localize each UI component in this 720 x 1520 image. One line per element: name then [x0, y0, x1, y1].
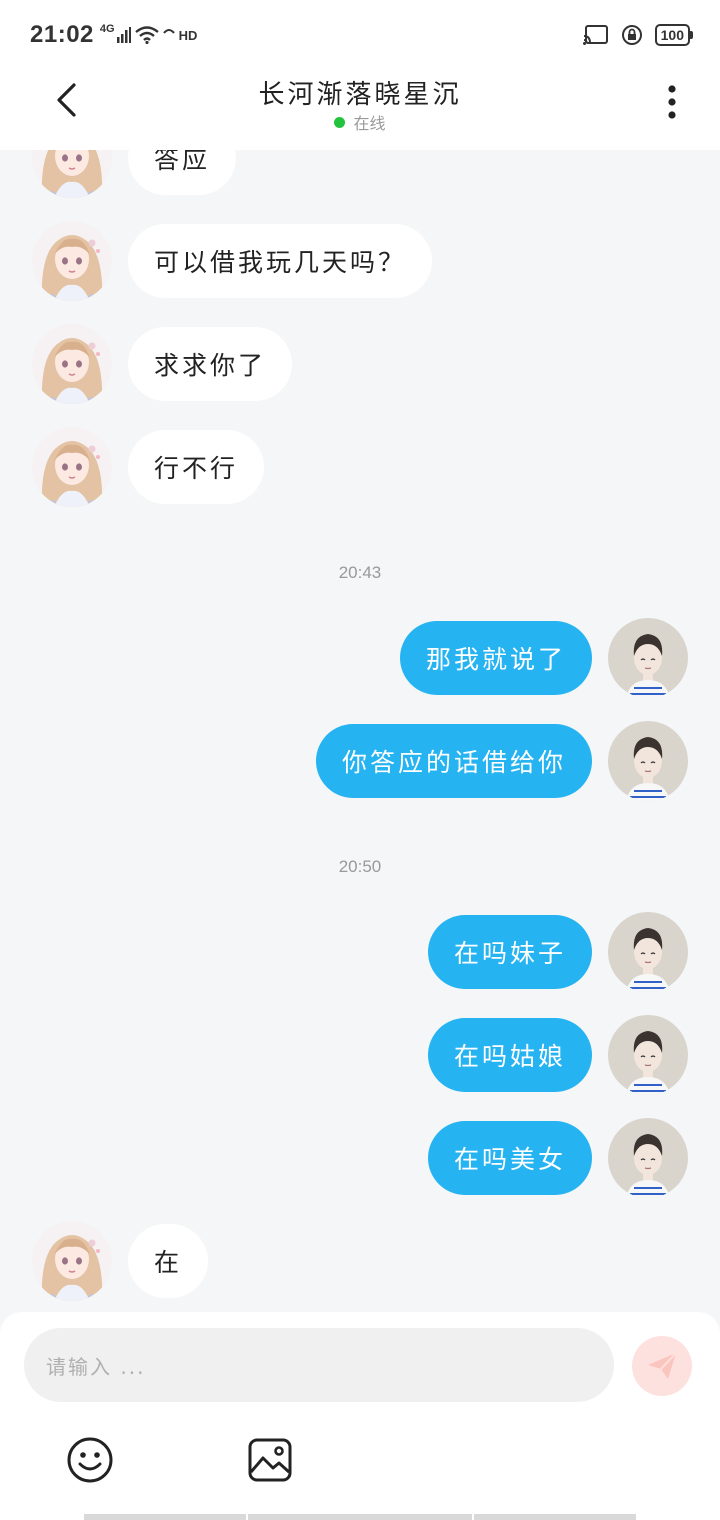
message-bubble-incoming[interactable]: 可以借我玩几天吗？: [128, 224, 433, 298]
home-indicator-segment: [474, 1514, 636, 1520]
contact-avatar[interactable]: [32, 221, 112, 301]
user-avatar[interactable]: [608, 1015, 688, 1095]
user-avatar[interactable]: [608, 721, 688, 801]
status-bar: 21:02 4G HD 100: [0, 0, 720, 70]
message-bubble-incoming[interactable]: 求求你了: [128, 327, 293, 401]
message-row: 求求你了: [0, 324, 720, 404]
message-input[interactable]: 请输入 ...: [24, 1328, 614, 1402]
message-row: 可以借我玩几天吗？: [0, 221, 720, 301]
emoji-button[interactable]: [66, 1436, 114, 1484]
message-row: 在吗姑娘: [0, 1015, 720, 1095]
message-bubble-incoming[interactable]: 答应: [128, 150, 237, 195]
contact-avatar[interactable]: [32, 427, 112, 507]
more-options-button[interactable]: [652, 80, 692, 124]
signal-icon: [116, 27, 131, 43]
status-left-icons: 4G HD: [99, 23, 198, 44]
message-row: 在: [0, 1221, 720, 1301]
input-panel: 请输入 ...: [0, 1312, 720, 1520]
message-row: 你答应的话借给你: [0, 721, 720, 801]
online-dot: [334, 116, 346, 128]
online-status: 在线: [0, 110, 720, 134]
message-timestamp: 20:50: [338, 857, 382, 876]
status-time: 21:02: [30, 21, 94, 48]
more-vertical-icon: [668, 85, 676, 119]
wifi-hd-signal-icon: [162, 29, 175, 34]
battery-indicator: 100: [654, 24, 694, 46]
message-bubble-outgoing[interactable]: 那我就说了: [399, 621, 592, 695]
wifi-icon: [134, 26, 159, 44]
message-row: 在吗美女: [0, 1118, 720, 1198]
user-avatar[interactable]: [608, 912, 688, 992]
network-type-label: 4G: [99, 23, 115, 35]
send-icon: [648, 1352, 677, 1379]
message-bubble-outgoing[interactable]: 在吗妹子: [427, 915, 592, 989]
rotation-lock-icon: [621, 25, 642, 45]
status-right-icons: 100: [582, 24, 694, 46]
home-indicator-segment: [84, 1514, 246, 1520]
online-status-label: 在线: [353, 114, 386, 133]
contact-avatar[interactable]: [32, 1221, 112, 1301]
contact-name: 长河渐落晓星沉: [258, 80, 462, 110]
hd-label: HD: [178, 27, 198, 43]
message-timestamp: 20:43: [338, 563, 382, 582]
message-bubble-outgoing[interactable]: 在吗美女: [427, 1121, 592, 1195]
image-icon: [248, 1438, 292, 1482]
cast-icon: [582, 25, 608, 45]
message-row: 在吗妹子: [0, 912, 720, 992]
chat-messages-area[interactable]: 答应 可以借我玩几天吗？ 求求你了 行不行 20:43 那我就说了 你答应的话借…: [0, 150, 720, 1312]
message-bubble-incoming[interactable]: 在: [128, 1224, 209, 1298]
chat-header: 长河渐落晓星沉 在线: [0, 70, 720, 150]
user-avatar[interactable]: [608, 618, 688, 698]
emoji-icon: [67, 1437, 113, 1483]
message-row: 答应: [0, 150, 720, 198]
send-button[interactable]: [632, 1336, 692, 1396]
message-bubble-outgoing[interactable]: 在吗姑娘: [427, 1018, 592, 1092]
contact-avatar[interactable]: [32, 324, 112, 404]
image-button[interactable]: [246, 1436, 294, 1484]
message-bubble-outgoing[interactable]: 你答应的话借给你: [315, 724, 592, 798]
message-row: 行不行: [0, 427, 720, 507]
contact-avatar[interactable]: [32, 150, 112, 198]
message-row: 那我就说了: [0, 618, 720, 698]
message-bubble-incoming[interactable]: 行不行: [128, 430, 265, 504]
home-indicator-segment: [248, 1514, 472, 1520]
user-avatar[interactable]: [608, 1118, 688, 1198]
